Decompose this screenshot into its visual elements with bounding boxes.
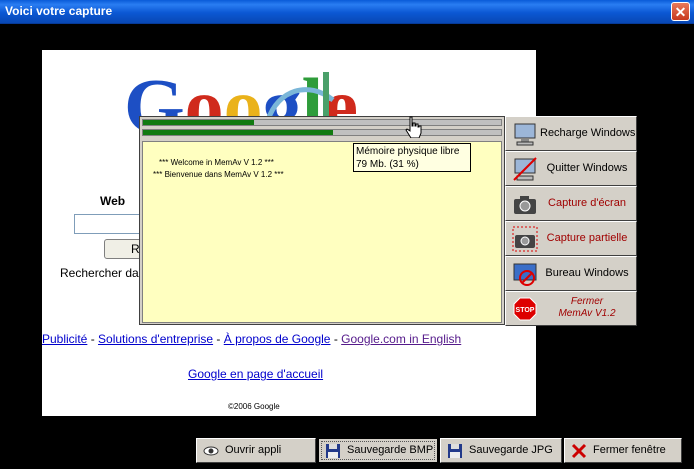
button-label: Sauvegarde BMP [347, 444, 434, 456]
link-publicite: Publicité [42, 332, 88, 346]
memory-bar-fill [143, 120, 254, 125]
memory-bar-2 [142, 129, 502, 136]
log-line: *** Bienvenue dans MemAv V 1.2 *** [153, 170, 284, 179]
camera-icon [514, 196, 536, 214]
floppy-icon [448, 444, 462, 458]
quitter-windows-button[interactable]: Quitter Windows [505, 151, 637, 186]
tooltip-value: 79 Mb. (31 %) [356, 159, 419, 170]
log-line: *** Welcome in MemAv V 1.2 *** [159, 158, 274, 167]
link-solutions: Solutions d'entreprise [98, 332, 214, 346]
camera-partial-icon [512, 226, 538, 252]
eye-icon [203, 446, 219, 456]
label-line-1: Fermer [570, 296, 604, 307]
button-label: Sauvegarde JPG [469, 444, 553, 456]
sauvegarde-jpg-button[interactable]: Sauvegarde JPG [440, 438, 562, 463]
hand-cursor-icon [405, 116, 422, 138]
fermer-memav-button[interactable]: STOP Fermer MemAv V1.2 [505, 291, 637, 326]
web-label: Web [100, 194, 126, 208]
separator: - [330, 332, 342, 346]
memory-bar-fill [143, 130, 333, 135]
button-label: Fermer MemAv V1.2 [540, 296, 634, 329]
label-line-2: MemAv V1.2 [558, 308, 616, 319]
sauvegarde-bmp-button[interactable]: Sauvegarde BMP [318, 438, 438, 463]
computer-icon [514, 123, 536, 146]
button-label: Quitter Windows [546, 162, 628, 174]
title-bar[interactable]: Voici votre capture ✕ [0, 0, 694, 24]
capture-partielle-button[interactable]: Capture partielle [505, 221, 637, 256]
copyright: ©2006 Google [228, 402, 280, 411]
button-label: Capture d'écran [548, 197, 626, 209]
button-label: Ouvrir appli [225, 444, 282, 456]
separator: - [213, 332, 224, 346]
bureau-windows-button[interactable]: Bureau Windows [505, 256, 637, 291]
separator: - [87, 332, 99, 346]
home-link: Google en page d'accueil [188, 367, 324, 381]
button-label: Bureau Windows [545, 267, 629, 279]
button-label: Recharge Windows [540, 127, 636, 139]
link-english: Google.com in English [341, 332, 462, 346]
no-computer-icon [513, 157, 537, 181]
memory-tooltip: Mémoire physique libre 79 Mb. (31 %) [353, 143, 471, 172]
capture-ecran-button[interactable]: Capture d'écran [505, 186, 637, 221]
ouvrir-appli-button[interactable]: Ouvrir appli [196, 438, 316, 463]
button-label: Fermer fenêtre [593, 444, 666, 456]
svg-text:STOP: STOP [516, 307, 535, 314]
no-desktop-icon [513, 263, 537, 286]
memory-bar-1 [142, 119, 502, 126]
footer-links: Publicité - Solutions d'entreprise - À p… [42, 332, 461, 346]
floppy-icon [326, 444, 340, 458]
close-icon[interactable]: ✕ [671, 2, 690, 21]
button-label: Capture partielle [546, 232, 628, 244]
recharge-windows-button[interactable]: Recharge Windows [505, 116, 637, 151]
stop-icon: STOP [513, 297, 537, 321]
search-text: Rechercher da [60, 266, 139, 280]
fermer-fenetre-button[interactable]: Fermer fenêtre [564, 438, 682, 463]
link-about: À propos de Google [223, 332, 331, 346]
red-x-icon [571, 443, 587, 459]
window-title: Voici votre capture [5, 4, 113, 18]
tooltip-title: Mémoire physique libre [356, 146, 460, 157]
